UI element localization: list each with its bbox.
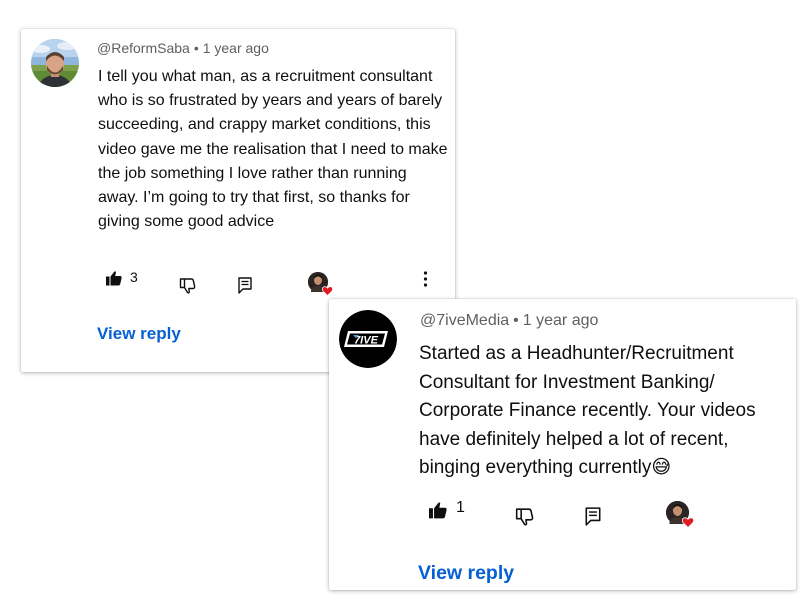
thumbs-down-icon [179,278,196,294]
creator-heart-badge [666,501,694,528]
user-photo-avatar[interactable] [31,39,79,87]
comment-body: Started as a Headhunter/Recruitment Cons… [419,343,756,479]
meta-separator: • [513,312,519,329]
reply-comment-icon[interactable] [238,277,252,294]
creator-heart-badge [308,272,333,296]
heart-icon [322,286,333,296]
comment-text: Started as a Headhunter/Recruitment Cons… [419,340,789,483]
like-button[interactable]: 3 [106,269,138,286]
comment-meta: @7iveMedia • 1 year ago [420,312,598,330]
comment-text: I tell you what man, as a recruitment co… [98,68,448,231]
view-reply-link[interactable]: View reply [418,562,514,585]
thumbs-up-icon [429,502,447,519]
heart-icon [682,517,694,528]
author-name[interactable]: @7iveMedia [420,312,509,329]
like-button[interactable]: 1 [429,498,465,519]
7ive-logo-avatar[interactable]: 7IVE [339,310,397,368]
thumbs-up-icon [106,271,122,286]
creator-avatar [666,501,694,528]
timestamp[interactable]: 1 year ago [203,40,269,56]
more-options-button[interactable] [423,271,428,287]
comment-card-7ivemedia: 7IVE @7iveMedia • 1 year ago Started as a … [329,299,796,590]
more-vertical-icon [423,271,428,287]
creator-avatar [308,272,333,296]
dislike-button[interactable] [179,278,196,294]
view-reply-link[interactable]: View reply [97,324,181,344]
like-count: 1 [456,498,465,516]
avatar-logo-text: 7IVE [354,335,379,347]
comments-canvas: @ReformSaba • 1 year ago I tell you what m… [0,0,810,600]
thumbs-down-icon [515,508,534,526]
comment-meta: @ReformSaba • 1 year ago [97,40,269,56]
like-count: 3 [130,269,138,285]
grinning-sweat-emoji: 😅 [651,457,672,479]
meta-separator: • [193,40,199,56]
dislike-button[interactable] [515,508,534,526]
reply-comment-icon[interactable] [585,507,601,526]
timestamp[interactable]: 1 year ago [523,312,599,329]
author-name[interactable]: @ReformSaba [97,40,190,56]
